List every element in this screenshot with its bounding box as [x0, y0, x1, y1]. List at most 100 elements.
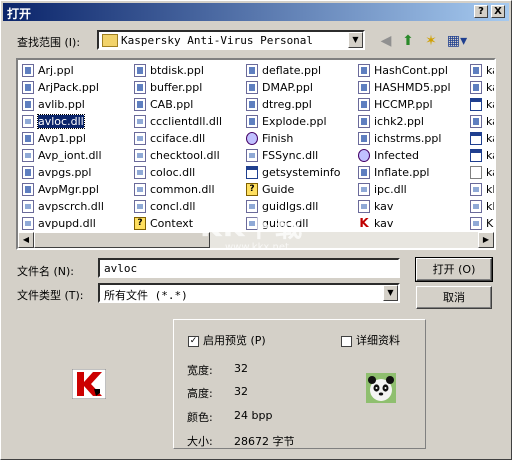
ppl-icon	[134, 80, 146, 94]
scroll-left-icon[interactable]: ◀	[18, 232, 34, 248]
checkbox-box-icon	[341, 335, 352, 347]
watermark-text: KK下载	[200, 210, 304, 243]
filetype-value: 所有文件 (*.*)	[104, 289, 188, 302]
file-item[interactable]: deflate.ppl	[246, 62, 340, 79]
help-icon: ?	[246, 182, 258, 196]
file-item[interactable]: KL	[470, 215, 494, 232]
ppl-icon	[134, 63, 146, 77]
file-item[interactable]: CAB.ppl	[134, 96, 222, 113]
enable-preview-checkbox[interactable]: ✓ 启用预览 (P)	[188, 332, 266, 348]
scroll-thumb[interactable]	[34, 232, 210, 248]
file-item[interactable]: ka	[470, 164, 494, 181]
file-item[interactable]: klc	[470, 198, 496, 215]
title-bar[interactable]: 打开 ? X	[3, 3, 509, 21]
filetype-label: 文件类型 (T):	[17, 289, 84, 302]
cd-icon	[246, 131, 258, 145]
file-name: ka	[486, 132, 494, 145]
file-item[interactable]: checktool.dll	[134, 147, 222, 164]
file-item[interactable]: Infected	[358, 147, 451, 164]
file-name: ka	[486, 64, 494, 77]
file-item[interactable]: kav	[358, 198, 451, 215]
file-item[interactable]: avlib.ppl	[22, 96, 104, 113]
file-item[interactable]: Arj.ppl	[22, 62, 104, 79]
file-item[interactable]: ka	[470, 96, 494, 113]
file-item[interactable]: Finish	[246, 130, 340, 147]
ppl-icon	[246, 97, 258, 111]
file-item[interactable]: ka	[470, 113, 494, 130]
file-item[interactable]: klc	[470, 181, 494, 198]
file-item[interactable]: AvpMgr.ppl	[22, 181, 104, 198]
file-name: klc	[486, 200, 496, 213]
cancel-button[interactable]: 取消	[416, 286, 492, 309]
file-name: DMAP.ppl	[262, 81, 313, 94]
look-in-label: 查找范围 (I):	[17, 36, 81, 49]
file-item[interactable]: ArjPack.ppl	[22, 79, 104, 96]
file-item[interactable]: Explode.ppl	[246, 113, 340, 130]
ppl-icon	[22, 131, 34, 145]
chevron-down-icon[interactable]: ▼	[383, 285, 398, 301]
file-item[interactable]: DMAP.ppl	[246, 79, 340, 96]
file-item[interactable]: ? Guide	[246, 181, 340, 198]
filetype-select[interactable]: 所有文件 (*.*) ▼	[98, 283, 400, 303]
file-item[interactable]: Kkav	[358, 215, 451, 232]
file-item[interactable]: HashCont.ppl	[358, 62, 451, 79]
file-name: CAB.ppl	[150, 98, 194, 111]
file-item[interactable]: cciface.dll	[134, 130, 222, 147]
file-item[interactable]: coloc.dll	[134, 164, 222, 181]
ppl-icon	[22, 80, 34, 94]
ppl-icon	[470, 63, 482, 77]
file-item[interactable]: ka	[470, 147, 494, 164]
ppl-icon	[358, 63, 370, 77]
file-item[interactable]: ka	[470, 62, 494, 79]
chevron-down-icon[interactable]: ▼	[348, 32, 363, 48]
file-item[interactable]: common.dll	[134, 181, 222, 198]
file-name: ka	[486, 115, 494, 128]
ppl-icon	[358, 165, 370, 179]
folder-icon	[102, 34, 118, 47]
file-item[interactable]: ichstrms.ppl	[358, 130, 451, 147]
file-item[interactable]: ka	[470, 79, 494, 96]
file-item[interactable]: FSSync.dll	[246, 147, 340, 164]
file-item[interactable]: btdisk.ppl	[134, 62, 222, 79]
new-folder-icon[interactable]: ✶	[422, 32, 440, 50]
open-button[interactable]: 打开 (O)	[415, 257, 493, 282]
close-button[interactable]: X	[491, 5, 505, 18]
view-menu-icon[interactable]: ▦▾	[445, 32, 469, 50]
file-item[interactable]: getsysteminfo	[246, 164, 340, 181]
color-value: 24 bpp	[234, 409, 273, 422]
file-item[interactable]: avloc.dll	[22, 113, 104, 130]
scroll-right-icon[interactable]: ▶	[478, 232, 494, 248]
ppl-icon	[470, 114, 482, 128]
up-folder-icon[interactable]: ⬆	[399, 32, 417, 50]
look-in-combo[interactable]: Kaspersky Anti-Virus Personal ▼	[97, 30, 365, 50]
file-name: ichk2.ppl	[374, 115, 424, 128]
file-item[interactable]: dtreg.ppl	[246, 96, 340, 113]
file-item[interactable]: HCCMP.ppl	[358, 96, 451, 113]
file-name: ka	[486, 149, 494, 162]
file-name: dtreg.ppl	[262, 98, 312, 111]
file-item[interactable]: ka	[470, 130, 494, 147]
file-item[interactable]: avpscrch.dll	[22, 198, 104, 215]
exe-icon	[246, 165, 258, 179]
watermark-url: www.kkx.net	[225, 242, 289, 253]
file-item[interactable]: avpupd.dll	[22, 215, 104, 232]
help-button[interactable]: ?	[474, 5, 488, 18]
file-item[interactable]: Inflate.ppl	[358, 164, 451, 181]
file-item[interactable]: ccclientdll.dll	[134, 113, 222, 130]
filename-input[interactable]: avloc	[98, 258, 400, 278]
ppl-icon	[246, 63, 258, 77]
file-item[interactable]: ichk2.ppl	[358, 113, 451, 130]
file-name: checktool.dll	[150, 149, 220, 162]
file-item[interactable]: buffer.ppl	[134, 79, 222, 96]
file-item[interactable]: Avp1.ppl	[22, 130, 104, 147]
back-icon[interactable]: ◀	[377, 32, 395, 50]
file-name: Inflate.ppl	[374, 166, 430, 179]
file-item[interactable]: HASHMD5.ppl	[358, 79, 451, 96]
file-item[interactable]: Avp_iont.dll	[22, 147, 104, 164]
file-name: deflate.ppl	[262, 64, 322, 77]
details-checkbox[interactable]: 详细资料	[341, 332, 400, 348]
file-item[interactable]: ipc.dll	[358, 181, 451, 198]
dll-icon	[246, 148, 258, 162]
file-name: Context	[150, 217, 194, 230]
file-item[interactable]: avpgs.ppl	[22, 164, 104, 181]
